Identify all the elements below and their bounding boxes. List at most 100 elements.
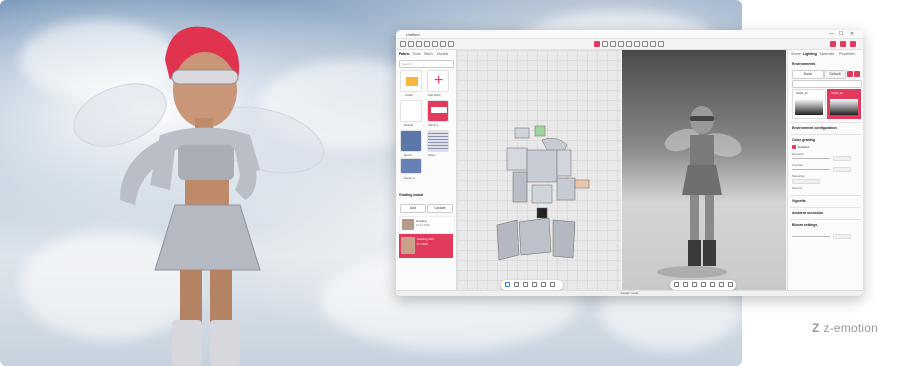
divider: [791, 195, 861, 196]
tile-add-fabric[interactable]: +: [427, 70, 449, 92]
avatar-icon[interactable]: [692, 282, 697, 287]
tile-default[interactable]: [400, 100, 422, 122]
tab-properties[interactable]: Properties: [839, 52, 855, 56]
checkbox-icon[interactable]: [792, 145, 796, 149]
viewport-3d[interactable]: [622, 50, 786, 296]
scale-tool-icon[interactable]: [626, 41, 632, 47]
share-icon[interactable]: [850, 41, 856, 47]
tab-stitch[interactable]: Stitch: [424, 52, 433, 56]
brand-mark-icon: Z: [812, 321, 820, 335]
move-tool-icon[interactable]: [602, 41, 608, 47]
tab-models[interactable]: Models: [437, 52, 448, 56]
field-label: Saturation: [792, 174, 805, 178]
minimize-icon[interactable]: —: [829, 31, 834, 37]
add-button[interactable]: Add: [400, 204, 426, 213]
tile-label: Denim: [404, 153, 413, 157]
redo-icon[interactable]: [424, 41, 430, 47]
section-color-grading[interactable]: Color grading: [792, 138, 815, 142]
field-input[interactable]: [833, 156, 851, 161]
fullscreen-icon[interactable]: [728, 282, 733, 287]
title-bar: Untitled — ☐ ✕: [396, 30, 863, 39]
settings-icon[interactable]: [448, 41, 454, 47]
maximize-icon[interactable]: ☐: [839, 31, 843, 37]
properties-panel: Scene Lighting Materials Properties Envi…: [787, 50, 863, 296]
sew-tool-icon[interactable]: [634, 41, 640, 47]
ruler-icon[interactable]: [532, 282, 537, 287]
slider-track[interactable]: [792, 169, 830, 170]
field-label: Contrast: [792, 163, 803, 167]
camera-icon[interactable]: [674, 282, 679, 287]
tile-stripe[interactable]: [427, 130, 449, 152]
env-preview: [830, 99, 858, 115]
save-icon[interactable]: [408, 41, 414, 47]
list-item-selected[interactable]: Grading Size M 0 0025: [399, 234, 453, 258]
select-tool-icon[interactable]: [594, 41, 600, 47]
grid-icon[interactable]: [505, 282, 510, 287]
env-search-input[interactable]: [792, 80, 862, 88]
tab-materials[interactable]: Materials: [820, 52, 834, 56]
tile-folder[interactable]: [400, 70, 422, 92]
env-default-button[interactable]: Default: [824, 70, 846, 79]
divider: [791, 122, 861, 123]
divider: [791, 207, 861, 208]
layers-icon[interactable]: [523, 282, 528, 287]
thumbnail: [401, 237, 415, 254]
list-item[interactable]: Grading 10 2 0 0025: [399, 216, 455, 234]
light-icon[interactable]: [683, 282, 688, 287]
tile-label: Folder: [405, 93, 413, 97]
menu-icon[interactable]: [400, 41, 406, 47]
slider-track[interactable]: [792, 236, 830, 237]
section-ambient-occlusion[interactable]: Ambient occlusion: [792, 211, 823, 215]
app-window: Untitled — ☐ ✕ Fabric Trims Stitch Model…: [396, 30, 863, 296]
env-preview: [795, 99, 823, 115]
field-input[interactable]: [833, 167, 851, 172]
slider-track[interactable]: [792, 158, 830, 159]
env-delete-icon[interactable]: [854, 71, 860, 77]
section-environments[interactable]: Environments: [792, 62, 815, 66]
export-icon[interactable]: [440, 41, 446, 47]
fit-icon[interactable]: [550, 282, 555, 287]
tile-label: Denim-2: [404, 176, 415, 180]
tile-denim[interactable]: [400, 130, 422, 152]
pan-tool-icon[interactable]: [658, 41, 664, 47]
divider: [791, 219, 861, 220]
env-add-icon[interactable]: [847, 71, 853, 77]
field-input[interactable]: [833, 234, 851, 239]
render-view-icon[interactable]: [710, 282, 715, 287]
library-search-input[interactable]: Search: [399, 60, 454, 68]
tab-lighting[interactable]: Lighting: [803, 52, 817, 56]
field-input[interactable]: [792, 179, 820, 184]
rotate-tool-icon[interactable]: [618, 41, 624, 47]
eye-icon[interactable]: [541, 282, 546, 287]
tile-fabric-selected[interactable]: [427, 100, 449, 122]
pen-tool-icon[interactable]: [610, 41, 616, 47]
zoom-tool-icon[interactable]: [650, 41, 656, 47]
tab-scene[interactable]: Scene: [791, 52, 801, 56]
render-icon[interactable]: [840, 41, 846, 47]
section-bloom[interactable]: Bloom settings: [792, 223, 817, 227]
tab-fabric[interactable]: Fabric: [399, 52, 410, 56]
tile-denim-2[interactable]: [400, 158, 422, 174]
section-vignette[interactable]: Vignette: [792, 199, 806, 203]
fabric-swatch: [431, 107, 447, 113]
snap-icon[interactable]: [514, 282, 519, 287]
tab-trims[interactable]: Trims: [412, 52, 421, 56]
close-icon[interactable]: ✕: [850, 31, 854, 37]
field-label: Gamma: [792, 186, 802, 190]
tile-label: Fabric-1: [428, 123, 439, 127]
env-card[interactable]: Studio_01: [792, 89, 826, 119]
env-basic-button[interactable]: Basic: [792, 70, 824, 79]
import-icon[interactable]: [432, 41, 438, 47]
record-icon[interactable]: [830, 41, 836, 47]
undo-icon[interactable]: [416, 41, 422, 47]
env-card-selected[interactable]: Studio_02: [827, 89, 861, 119]
measure-tool-icon[interactable]: [642, 41, 648, 47]
env-card-label: Studio_01: [796, 92, 808, 95]
update-button[interactable]: Update: [427, 204, 453, 213]
list-item-sub: M 0 0025: [417, 243, 428, 246]
wireframe-icon[interactable]: [719, 282, 724, 287]
section-env-config[interactable]: Environment configuration: [792, 126, 837, 130]
simulate-icon[interactable]: [701, 282, 706, 287]
folder-icon: [406, 77, 418, 86]
pattern-canvas[interactable]: Pattern view: [457, 50, 621, 296]
